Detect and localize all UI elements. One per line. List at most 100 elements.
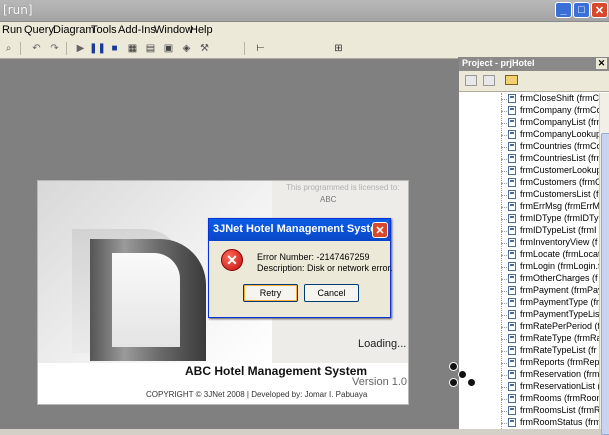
tree-item-label: frmOtherCharges (f bbox=[520, 273, 598, 283]
form-icon bbox=[508, 250, 516, 259]
cancel-button[interactable]: Cancel bbox=[304, 284, 359, 302]
tree-item[interactable]: frmCompanyLookup bbox=[501, 129, 599, 141]
tree-connector bbox=[501, 363, 507, 364]
menu-add-ins[interactable]: Add-Ins bbox=[118, 24, 156, 36]
object-browser-icon[interactable]: ◈ bbox=[180, 42, 193, 54]
loading-text: Loading... bbox=[358, 338, 407, 350]
menu-diagram[interactable]: Diagram bbox=[53, 24, 95, 36]
tree-connector bbox=[501, 147, 507, 148]
tree-item[interactable]: frmCompanyList (frm bbox=[501, 117, 599, 129]
tree-item[interactable]: frmReports (frmRep bbox=[501, 357, 599, 369]
tree-item[interactable]: frmPaymentTypeList bbox=[501, 309, 599, 321]
tree-item[interactable]: frmCustomerLookup bbox=[501, 165, 599, 177]
licensee: ABC bbox=[320, 195, 337, 204]
tree-connector bbox=[501, 207, 507, 208]
tree-item-label: frmPaymentType (fr bbox=[520, 297, 599, 307]
tree-connector bbox=[501, 339, 507, 340]
tree-item[interactable]: frmReservation (frm bbox=[501, 369, 599, 381]
tree-item-label: frmReservationList ( bbox=[520, 381, 599, 391]
find-icon[interactable]: ⌕ bbox=[2, 42, 15, 54]
view-code-icon[interactable] bbox=[465, 75, 477, 86]
tree-connector bbox=[501, 387, 507, 388]
tree-item[interactable]: frmInventoryView (f bbox=[501, 237, 599, 249]
close-button[interactable]: ✕ bbox=[591, 2, 608, 18]
tree-item[interactable]: frmLocate (frmLocat bbox=[501, 249, 599, 261]
tree-item[interactable]: frmRoomsList (frmR bbox=[501, 405, 599, 417]
tree-connector bbox=[501, 351, 507, 352]
error-description: Description: Disk or network error. bbox=[257, 263, 393, 273]
menu-bar: Run Query Diagram Tools Add-Ins Window H… bbox=[0, 22, 609, 39]
tree-item[interactable]: frmLogin (frmLogin.f bbox=[501, 261, 599, 273]
properties-icon[interactable]: ▤ bbox=[144, 42, 157, 54]
form-icon bbox=[508, 154, 516, 163]
menu-help[interactable]: Help bbox=[190, 24, 213, 36]
form-icon bbox=[508, 214, 516, 223]
window-title: [run] bbox=[3, 3, 33, 17]
tree-item[interactable]: frmErrMsg (frmErrMs bbox=[501, 201, 599, 213]
tree-item[interactable]: frmRoomStatus (frm bbox=[501, 417, 599, 429]
menu-query[interactable]: Query bbox=[24, 24, 54, 36]
drag-cursor-icon bbox=[448, 363, 478, 393]
break-icon[interactable]: ❚❚ bbox=[89, 42, 106, 54]
tree-item[interactable]: frmReservationList ( bbox=[501, 381, 599, 393]
end-icon[interactable]: ■ bbox=[108, 42, 121, 54]
project-scrollbar[interactable] bbox=[599, 93, 609, 435]
tree-item[interactable]: frmCustomers (frmC bbox=[501, 177, 599, 189]
toolbar-separator bbox=[66, 42, 67, 55]
form-icon bbox=[508, 166, 516, 175]
tree-item[interactable]: frmPaymentType (fr bbox=[501, 297, 599, 309]
menu-window[interactable]: Window bbox=[154, 24, 193, 36]
form-icon bbox=[508, 238, 516, 247]
tree-item[interactable]: frmPayment (frmPay bbox=[501, 285, 599, 297]
start-icon[interactable]: ▶ bbox=[74, 42, 87, 54]
tree-connector bbox=[501, 375, 507, 376]
tree-item-label: frmCustomers (frmC bbox=[520, 177, 599, 187]
minimize-button[interactable]: _ bbox=[555, 2, 572, 18]
form-icon bbox=[508, 358, 516, 367]
tree-item-label: frmErrMsg (frmErrMs bbox=[520, 201, 599, 211]
form-icon bbox=[508, 142, 516, 151]
form-icon bbox=[508, 322, 516, 331]
form-layout-icon[interactable]: ▣ bbox=[162, 42, 175, 54]
tree-item-label: frmReports (frmRep bbox=[520, 357, 599, 367]
dialog-close-button[interactable]: ✕ bbox=[372, 222, 388, 238]
project-explorer-icon[interactable]: ▦ bbox=[126, 42, 139, 54]
tree-item[interactable]: frmRateTypeList (fr bbox=[501, 345, 599, 357]
menu-run[interactable]: Run bbox=[2, 24, 22, 36]
form-icon bbox=[508, 226, 516, 235]
tree-item[interactable]: frmOtherCharges (f bbox=[501, 273, 599, 285]
redo-icon[interactable]: ↷ bbox=[48, 42, 61, 54]
undo-icon[interactable]: ↶ bbox=[30, 42, 43, 54]
tree-item-label: frmCustomersList (fr bbox=[520, 189, 599, 199]
retry-button[interactable]: Retry bbox=[243, 284, 298, 302]
toggle-folders-icon[interactable] bbox=[505, 75, 518, 85]
tree-item[interactable]: frmIDType (frmIDTy bbox=[501, 213, 599, 225]
form-icon bbox=[508, 418, 516, 427]
tree-item[interactable]: frmRatePerPeriod (f bbox=[501, 321, 599, 333]
form-icon bbox=[508, 382, 516, 391]
tree-item[interactable]: frmCountries (frmCo bbox=[501, 141, 599, 153]
error-icon: ✕ bbox=[221, 249, 243, 271]
form-icon bbox=[508, 202, 516, 211]
maximize-button[interactable]: □ bbox=[573, 2, 590, 18]
tree-item[interactable]: frmCompany (frmCo bbox=[501, 105, 599, 117]
tree-connector bbox=[501, 255, 507, 256]
tree-item[interactable]: frmRateType (frmRa bbox=[501, 333, 599, 345]
form-icon bbox=[508, 394, 516, 403]
tree-item[interactable]: frmIDTypeList (frmI bbox=[501, 225, 599, 237]
tree-connector bbox=[501, 183, 507, 184]
tree-item-label: frmInventoryView (f bbox=[520, 237, 598, 247]
tree-item[interactable]: frmCustomersList (fr bbox=[501, 189, 599, 201]
toolbar-separator bbox=[244, 42, 245, 55]
tree-item[interactable]: frmCloseShift (frmCl bbox=[501, 93, 599, 105]
menu-tools[interactable]: Tools bbox=[91, 24, 117, 36]
project-close-button[interactable]: ✕ bbox=[596, 58, 607, 69]
tree-connector bbox=[501, 195, 507, 196]
view-object-icon[interactable] bbox=[483, 75, 495, 86]
tree-item[interactable]: frmRooms (frmRoom bbox=[501, 393, 599, 405]
tree-item[interactable]: frmCountriesList (frm bbox=[501, 153, 599, 165]
toolbox-icon[interactable]: ⚒ bbox=[198, 42, 211, 54]
scrollbar-thumb[interactable] bbox=[601, 133, 609, 435]
tree-connector bbox=[501, 111, 507, 112]
tree-connector bbox=[501, 267, 507, 268]
